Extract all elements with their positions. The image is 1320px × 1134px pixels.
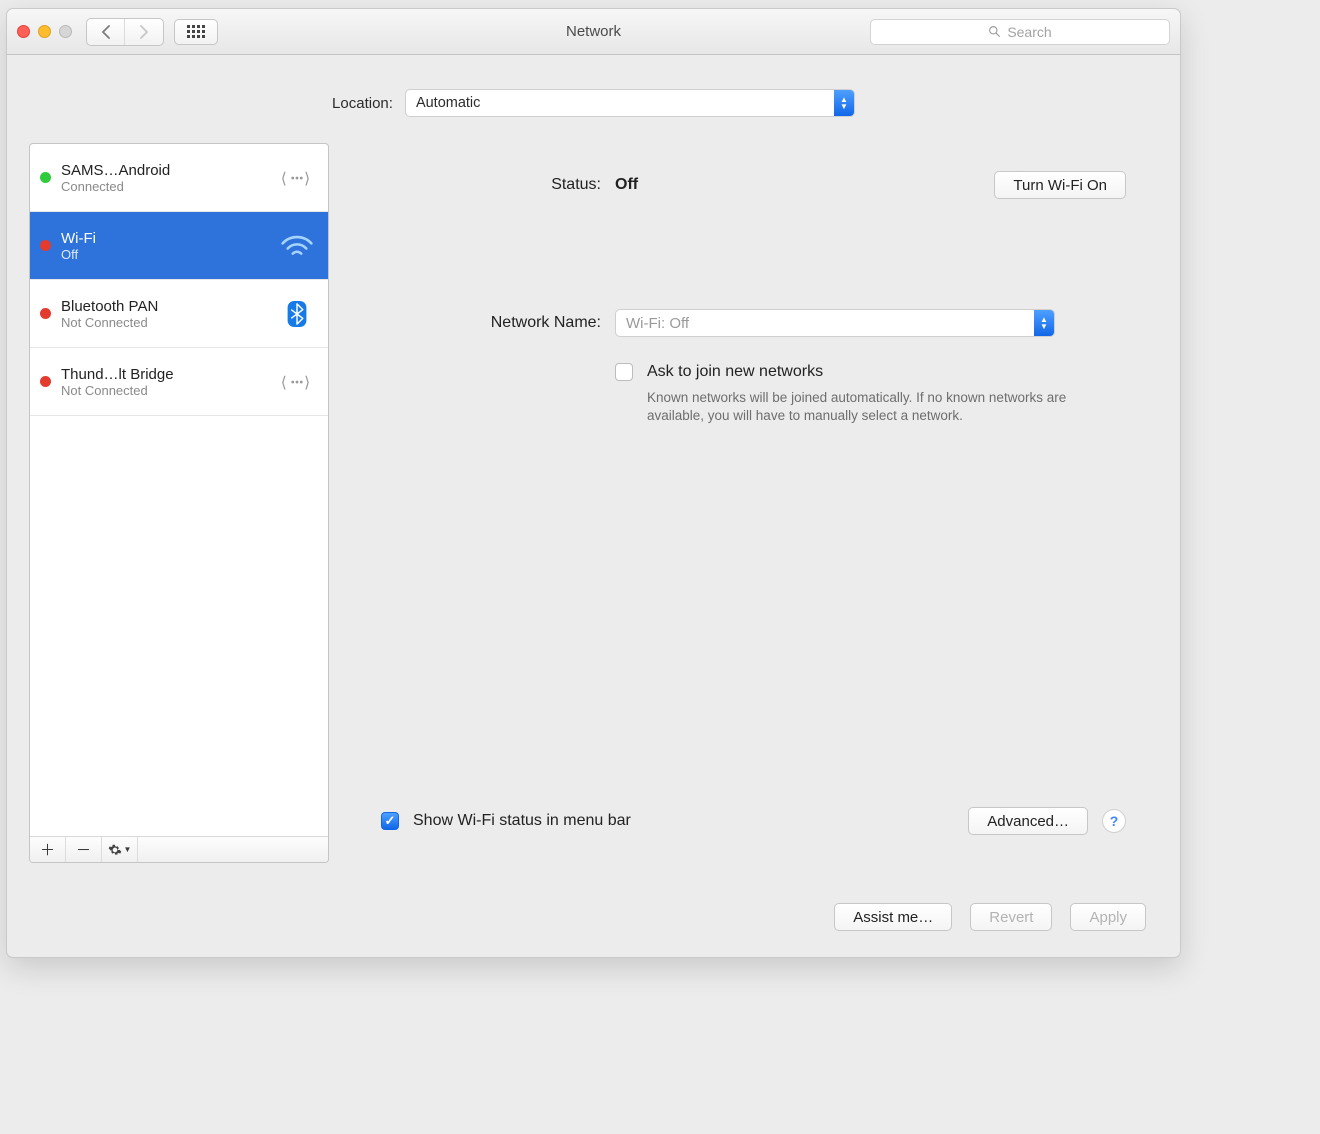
advanced-button[interactable]: Advanced… [968,807,1088,835]
ask-to-join-label: Ask to join new networks [647,363,823,381]
chevron-left-icon [101,25,111,39]
preferences-window: Network Search Location: Automatic ▲▼ SA… [6,8,1181,958]
network-name-value: Wi-Fi: Off [626,315,689,332]
location-select[interactable]: Automatic ▲▼ [405,89,855,117]
minimize-window-button[interactable] [38,25,51,38]
location-label: Location: [332,95,393,112]
network-name-label: Network Name: [381,314,601,332]
turn-wifi-on-button[interactable]: Turn Wi-Fi On [994,171,1126,199]
help-button[interactable]: ? [1102,809,1126,833]
chevron-down-icon: ▼ [124,845,132,854]
service-actions-button[interactable]: ▼ [102,837,138,862]
add-service-button[interactable]: ＋ [30,837,66,862]
services-sidebar: SAMS…AndroidConnectedWi-FiOffBluetooth P… [29,143,329,863]
status-dot-icon [40,172,51,183]
service-item[interactable]: Bluetooth PANNot Connected [30,280,328,348]
status-label: Status: [381,176,601,194]
show-menubar-checkbox[interactable]: ✓ [381,812,399,830]
service-name: Bluetooth PAN [61,298,266,315]
service-item[interactable]: SAMS…AndroidConnected [30,144,328,212]
status-value: Off [615,176,638,194]
location-row: Location: Automatic ▲▼ [7,55,1180,143]
ethernet-icon [276,369,318,395]
gear-icon [108,843,122,857]
chevron-right-icon [139,25,149,39]
status-dot-icon [40,376,51,387]
back-button[interactable] [87,19,125,45]
status-dot-icon [40,240,51,251]
navigation-group [86,18,164,46]
service-status: Connected [61,179,266,194]
service-name: Thund…lt Bridge [61,366,266,383]
revert-button[interactable]: Revert [970,903,1052,931]
service-status: Not Connected [61,315,266,330]
zoom-window-button[interactable] [59,25,72,38]
select-caret-icon: ▲▼ [1034,310,1054,336]
bluetooth-icon [276,301,318,327]
forward-button[interactable] [125,19,163,45]
remove-service-button[interactable]: － [66,837,102,862]
service-item[interactable]: Thund…lt BridgeNot Connected [30,348,328,416]
titlebar: Network Search [7,9,1180,55]
window-controls [17,25,72,38]
service-status: Not Connected [61,383,266,398]
service-item[interactable]: Wi-FiOff [30,212,328,280]
search-icon [988,25,1001,38]
apply-button[interactable]: Apply [1070,903,1146,931]
close-window-button[interactable] [17,25,30,38]
location-value: Automatic [416,95,480,111]
grid-icon [187,25,205,38]
service-status: Off [61,247,266,262]
show-all-button[interactable] [174,19,218,45]
content-area: SAMS…AndroidConnectedWi-FiOffBluetooth P… [7,143,1180,883]
sidebar-toolbar: ＋ － ▼ [30,836,328,862]
search-field[interactable]: Search [870,19,1170,45]
footer: Assist me… Revert Apply [7,883,1180,957]
service-name: Wi-Fi [61,230,266,247]
ethernet-icon [276,165,318,191]
service-name: SAMS…Android [61,162,266,179]
ask-to-join-description: Known networks will be joined automatica… [647,389,1067,425]
network-name-select[interactable]: Wi-Fi: Off ▲▼ [615,309,1055,337]
show-menubar-label: Show Wi-Fi status in menu bar [413,812,631,830]
select-caret-icon: ▲▼ [834,90,854,116]
assist-me-button[interactable]: Assist me… [834,903,952,931]
status-dot-icon [40,308,51,319]
search-placeholder: Search [1007,24,1051,40]
detail-panel: Status: Off Turn Wi-Fi On Network Name: … [349,143,1158,863]
ask-to-join-checkbox[interactable] [615,363,633,381]
wifi-icon [276,233,318,259]
